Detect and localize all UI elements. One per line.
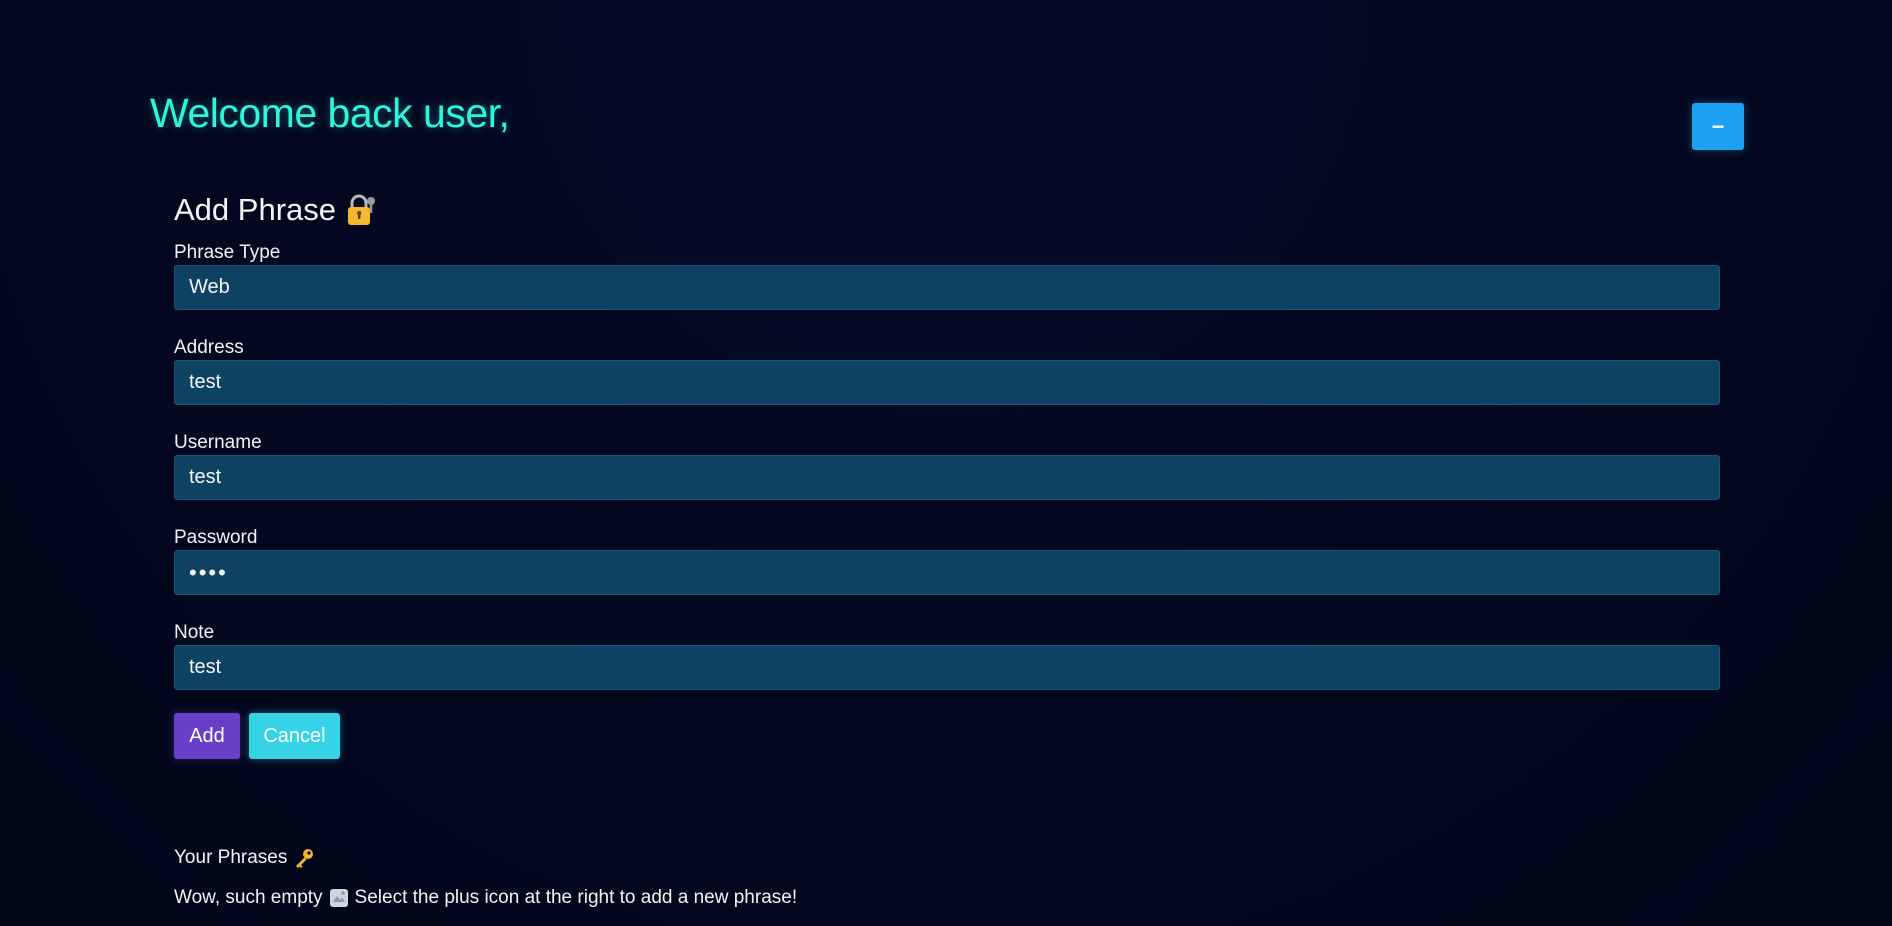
field-username: Username [174,431,1720,500]
empty-message: Wow, such empty Select the plus icon at … [174,885,1374,911]
add-phrase-form: Add Phrase Phrase Type Address Userna [174,188,1720,759]
phrase-type-label: Phrase Type [174,242,281,263]
address-label: Address [174,337,244,358]
field-phrase-type: Phrase Type [174,241,1720,310]
phrases-title-text: Your Phrases [174,847,288,868]
address-input[interactable] [174,360,1720,405]
header: Welcome back user, − [150,88,1744,168]
form-title-text: Add Phrase [174,192,336,227]
toggle-form-button[interactable]: − [1692,103,1744,150]
field-password: Password [174,526,1720,595]
add-button[interactable]: Add [174,713,240,759]
page: Welcome back user, − Add Phrase Phrase T… [0,0,1892,926]
empty-text-after: Select the plus icon at the right to add… [354,887,798,908]
username-label: Username [174,432,262,453]
key-icon [293,847,315,869]
password-label: Password [174,527,258,548]
cancel-button[interactable]: Cancel [249,713,340,759]
password-input[interactable] [174,550,1720,595]
lock-key-icon [346,194,375,226]
note-label: Note [174,622,215,643]
phrase-type-input[interactable] [174,265,1720,310]
field-address: Address [174,336,1720,405]
form-title: Add Phrase [174,188,1720,232]
welcome-heading: Welcome back user, [150,90,510,136]
field-note: Note [174,621,1720,690]
phrases-title: Your Phrases [174,845,1374,871]
phrases-section: Your Phrases Wow, such empty Select the … [174,845,1374,911]
username-input[interactable] [174,455,1720,500]
empty-text-before: Wow, such empty [174,887,323,908]
mind-blown-icon [329,888,349,908]
form-actions: Add Cancel [174,713,340,759]
note-input[interactable] [174,645,1720,690]
